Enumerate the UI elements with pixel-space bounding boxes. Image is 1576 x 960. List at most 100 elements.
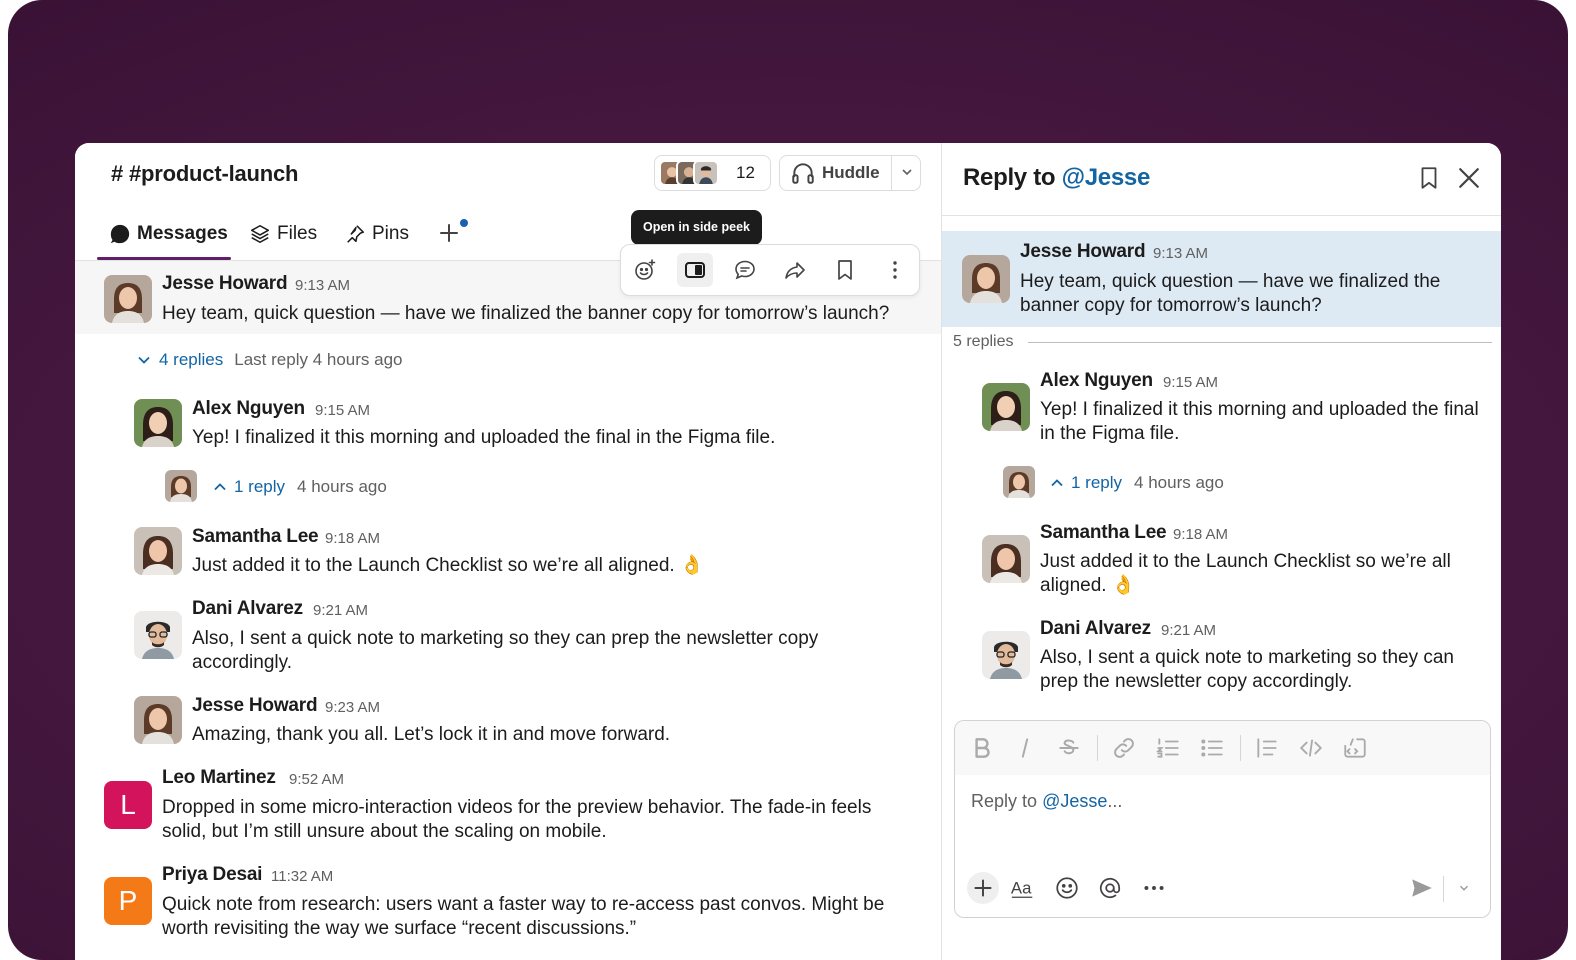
sub-thread-summary[interactable]: 1 reply 4 hours ago	[1049, 473, 1224, 493]
message-time[interactable]: 9:15 AM	[1163, 374, 1218, 391]
message-time[interactable]: 9:52 AM	[289, 771, 344, 788]
attach-button[interactable]	[967, 872, 999, 904]
title-mention[interactable]: @Jesse	[1062, 164, 1151, 191]
channel-title[interactable]: # #product-launch	[111, 161, 298, 187]
replies-divider-label: 5 replies	[953, 333, 1014, 350]
reply-count-link[interactable]: 1 reply	[234, 477, 285, 497]
blockquote-button[interactable]	[1254, 735, 1280, 761]
thread-summary[interactable]: 4 replies Last reply 4 hours ago	[136, 350, 402, 370]
message-time[interactable]: 9:18 AM	[1173, 526, 1228, 543]
message-author[interactable]: Alex Nguyen	[192, 398, 305, 420]
bold-icon	[975, 738, 990, 758]
message-text: Amazing, thank you all. Let’s lock it in…	[192, 724, 671, 745]
message-text: Also, I sent a quick note to marketing s…	[192, 628, 819, 673]
message-time[interactable]: 9:21 AM	[1161, 622, 1216, 639]
avatar[interactable]: P	[104, 877, 152, 925]
member-avatar	[693, 160, 719, 186]
more-options-button[interactable]	[1139, 873, 1169, 903]
strikethrough-button[interactable]	[1056, 735, 1082, 761]
channel-pane: # #product-launch 12 Huddle Messages Fil…	[75, 143, 941, 960]
send-button[interactable]	[1407, 873, 1437, 903]
link-button[interactable]	[1111, 735, 1137, 761]
code-block-button[interactable]	[1342, 735, 1368, 761]
sub-thread-summary[interactable]: 1 reply 4 hours ago	[212, 477, 387, 497]
add-reaction-button[interactable]	[627, 253, 663, 287]
message-author[interactable]: Jesse Howard	[162, 273, 288, 295]
send-options-button[interactable]	[1449, 873, 1479, 903]
message-time[interactable]: 9:21 AM	[313, 602, 368, 619]
avatar[interactable]	[134, 696, 182, 744]
message-author[interactable]: Samantha Lee	[192, 526, 319, 548]
message-time[interactable]: 9:13 AM	[295, 277, 350, 294]
avatar[interactable]	[962, 255, 1010, 303]
numbered-list-icon	[1156, 738, 1179, 758]
message-author[interactable]: Jesse Howard	[192, 695, 318, 717]
format-toggle-button[interactable]: Aa	[1008, 873, 1038, 903]
reply-avatar	[1003, 466, 1035, 498]
avatar[interactable]	[104, 275, 152, 323]
message-time[interactable]: 9:13 AM	[1153, 245, 1208, 262]
add-tab-icon[interactable]	[437, 221, 461, 245]
code-block-icon	[1344, 738, 1366, 758]
message-text: Dropped in some micro-interaction videos…	[162, 797, 872, 842]
tab-messages[interactable]: Messages	[109, 223, 228, 245]
bullet-list-icon	[1201, 739, 1223, 757]
tab-pins[interactable]: Pins	[344, 223, 409, 245]
avatar[interactable]	[982, 535, 1030, 583]
last-reply-time: Last reply 4 hours ago	[234, 350, 403, 369]
replies-count-link[interactable]: 4 replies	[159, 350, 223, 370]
message-time[interactable]: 9:15 AM	[315, 402, 370, 419]
huddle-label: Huddle	[822, 163, 880, 182]
open-side-peek-button[interactable]	[677, 253, 713, 287]
message-author[interactable]: Alex Nguyen	[1040, 370, 1153, 392]
chevron-down-icon[interactable]	[899, 164, 915, 180]
tab-files[interactable]: Files	[249, 223, 317, 245]
emoji-button[interactable]	[1052, 873, 1082, 903]
bullet-list-button[interactable]	[1199, 735, 1225, 761]
svg-text:Aa: Aa	[1011, 879, 1032, 898]
message-author[interactable]: Priya Desai	[162, 864, 262, 886]
message-author[interactable]: Jesse Howard	[1020, 241, 1146, 263]
reply-count-link[interactable]: 1 reply	[1071, 473, 1122, 493]
message-time[interactable]: 11:32 AM	[271, 868, 333, 885]
avatar[interactable]: L	[104, 781, 152, 829]
huddle-button[interactable]: Huddle	[779, 155, 921, 191]
code-button[interactable]	[1298, 735, 1324, 761]
close-icon[interactable]	[1454, 163, 1484, 193]
composer-placeholder[interactable]: Reply to @Jesse...	[971, 791, 1122, 812]
message-author[interactable]: Dani Alvarez	[192, 598, 303, 620]
reply-composer[interactable]: Reply to @Jesse... Aa	[954, 720, 1491, 918]
blockquote-icon	[1257, 738, 1277, 758]
emoji-add-icon	[635, 259, 656, 280]
ordered-list-button[interactable]	[1155, 735, 1181, 761]
chevron-up-icon	[214, 483, 226, 491]
layers-icon	[250, 224, 270, 244]
avatar[interactable]	[134, 527, 182, 575]
avatar[interactable]	[982, 631, 1030, 679]
message-time[interactable]: 9:18 AM	[325, 530, 380, 547]
message-author[interactable]: Samantha Lee	[1040, 522, 1167, 544]
save-message-button[interactable]	[827, 253, 863, 287]
side-peek-tooltip: Open in side peek	[631, 210, 762, 252]
plus-icon	[974, 879, 992, 897]
more-actions-button[interactable]	[877, 253, 913, 287]
mention-button[interactable]	[1095, 873, 1125, 903]
avatar[interactable]	[982, 383, 1030, 431]
message-time[interactable]: 9:23 AM	[325, 699, 380, 716]
message-author[interactable]: Leo Martinez	[162, 767, 276, 789]
italic-icon	[1021, 738, 1029, 758]
message-author[interactable]: Dani Alvarez	[1040, 618, 1151, 640]
avatar[interactable]	[134, 399, 182, 447]
italic-button[interactable]	[1012, 735, 1038, 761]
strikethrough-icon	[1059, 739, 1079, 755]
message-text: Quick note from research: users want a f…	[162, 894, 885, 939]
reply-in-thread-button[interactable]	[727, 253, 763, 287]
bookmark-icon[interactable]	[1416, 165, 1442, 191]
more-horizontal-icon	[1144, 886, 1164, 890]
reply-time: 4 hours ago	[297, 477, 387, 496]
avatar[interactable]	[134, 611, 182, 659]
forward-button[interactable]	[777, 253, 813, 287]
members-button[interactable]: 12	[654, 155, 771, 191]
message-text: Just added it to the Launch Checklist so…	[1040, 551, 1451, 596]
bold-button[interactable]	[969, 735, 995, 761]
